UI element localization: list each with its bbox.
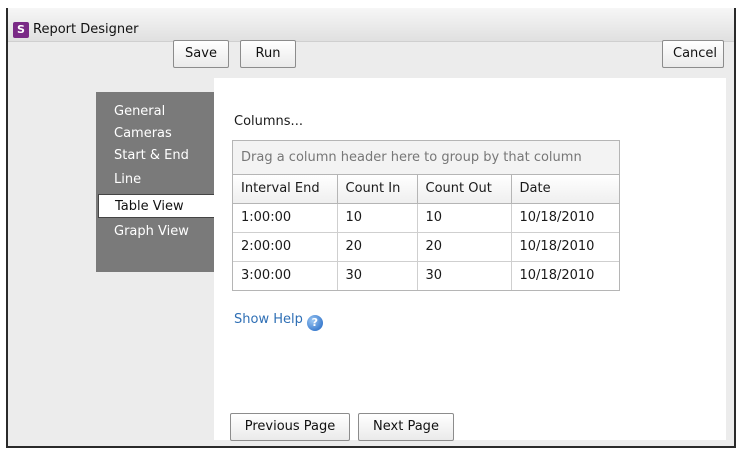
cell-interval-end: 1:00:00 bbox=[233, 203, 338, 233]
sidebar-item-cameras[interactable]: Cameras bbox=[96, 122, 214, 146]
cell-count-out: 20 bbox=[417, 232, 512, 262]
table-row[interactable]: 2:00:00 20 20 10/18/2010 bbox=[233, 232, 619, 262]
cell-interval-end: 2:00:00 bbox=[233, 232, 338, 262]
previous-page-button[interactable]: Previous Page bbox=[230, 413, 350, 441]
columns-link[interactable]: Columns... bbox=[234, 114, 303, 129]
cell-count-out: 30 bbox=[417, 261, 512, 290]
app-logo-icon: S bbox=[13, 22, 29, 38]
show-help-link[interactable]: Show Help? bbox=[234, 312, 323, 331]
cancel-button[interactable]: Cancel bbox=[662, 40, 724, 68]
cell-interval-end: 3:00:00 bbox=[233, 261, 338, 290]
next-page-button[interactable]: Next Page bbox=[358, 413, 454, 441]
table-row[interactable]: 3:00:00 30 30 10/18/2010 bbox=[233, 261, 619, 290]
cell-date: 10/18/2010 bbox=[511, 232, 619, 262]
column-header-date[interactable]: Date bbox=[511, 175, 619, 204]
group-by-drop-zone[interactable]: Drag a column header here to group by th… bbox=[233, 141, 619, 175]
cell-date: 10/18/2010 bbox=[519, 268, 595, 284]
title-bar: S Report Designer bbox=[8, 8, 734, 42]
table-header-row: Interval End Count In Count Out Date bbox=[233, 175, 619, 204]
show-help-label: Show Help bbox=[234, 312, 303, 327]
cell-date: 10/18/2010 bbox=[511, 203, 619, 233]
save-button[interactable]: Save bbox=[173, 40, 229, 68]
sidebar-nav: General Cameras Start & End Line Table V… bbox=[96, 92, 216, 272]
sidebar-item-graph-view[interactable]: Graph View bbox=[96, 220, 214, 244]
sidebar-item-start-end[interactable]: Start & End bbox=[96, 144, 214, 168]
sidebar-item-table-view[interactable]: Table View bbox=[98, 194, 216, 218]
cell-count-in: 30 bbox=[337, 261, 418, 290]
table-row[interactable]: 1:00:00 10 10 10/18/2010 bbox=[233, 203, 619, 233]
data-grid: Drag a column header here to group by th… bbox=[232, 140, 620, 291]
window-title: Report Designer bbox=[33, 22, 139, 37]
cell-count-in: 20 bbox=[337, 232, 418, 262]
cell-count-in: 10 bbox=[337, 203, 418, 233]
sidebar-item-general[interactable]: General bbox=[96, 100, 214, 124]
cell-count-out: 10 bbox=[417, 203, 512, 233]
column-header-interval-end[interactable]: Interval End bbox=[233, 175, 338, 204]
sidebar-item-line[interactable]: Line bbox=[96, 168, 214, 192]
content-panel: Columns... Drag a column header here to … bbox=[214, 78, 726, 440]
help-icon: ? bbox=[306, 315, 323, 331]
results-table: Interval End Count In Count Out Date 1:0… bbox=[233, 175, 619, 290]
column-header-count-in[interactable]: Count In bbox=[337, 175, 418, 204]
run-button[interactable]: Run bbox=[240, 40, 296, 68]
column-header-count-out[interactable]: Count Out bbox=[417, 175, 512, 204]
